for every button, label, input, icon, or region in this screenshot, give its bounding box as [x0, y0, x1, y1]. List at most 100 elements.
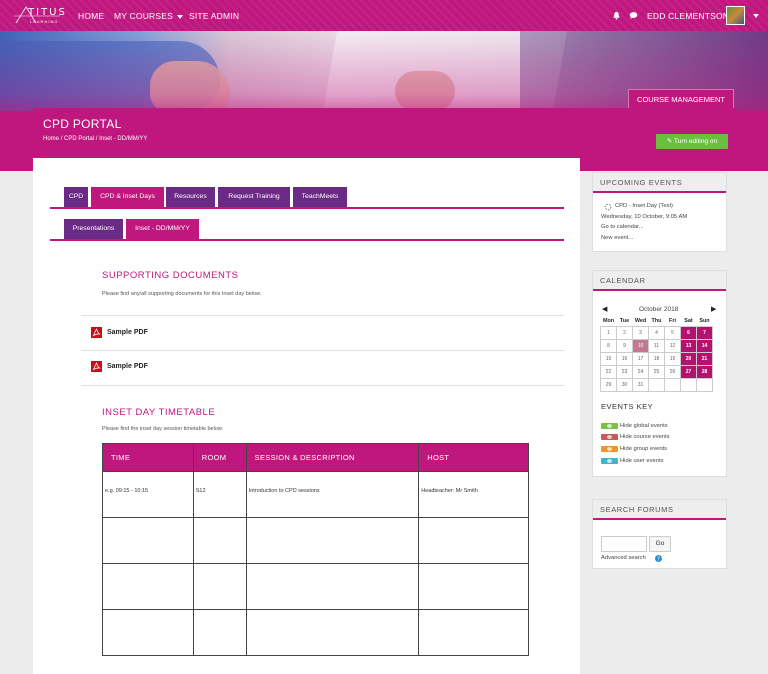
hide-global-events-link[interactable]: Hide global events [620, 423, 668, 429]
calendar-day[interactable]: 29 [600, 377, 617, 392]
user-menu-name[interactable]: EDD CLEMENTSON [647, 11, 729, 21]
page-header: CPD PORTAL Home / CPD Portal / Inset - D… [33, 108, 735, 158]
table-cell: S12 [192, 471, 247, 518]
course-management-button[interactable]: COURSE MANAGEMENT [628, 89, 734, 109]
table-cell [418, 517, 529, 564]
weekday-header: Fri [669, 318, 676, 325]
calendar-weekend-day[interactable]: 21 [696, 351, 713, 366]
calendar-day[interactable]: 18 [648, 351, 665, 366]
weekday-header: Wed [634, 318, 647, 325]
search-go-button[interactable]: Go [649, 536, 671, 552]
help-icon[interactable]: ? [655, 555, 662, 562]
hide-user-events-link[interactable]: Hide user events [620, 458, 664, 464]
pdf-link[interactable]: Sample PDF [91, 327, 171, 341]
weekday-header: Sat [684, 318, 693, 325]
nav-home[interactable]: HOME [78, 11, 104, 21]
calendar-day[interactable]: 16 [616, 351, 633, 366]
breadcrumb-home[interactable]: Home [43, 136, 59, 142]
timetable-desc: Please find the inset day session timeta… [102, 426, 224, 432]
top-navbar: TITUS LEARNING HOME MY COURSES SITE ADMI… [0, 0, 768, 31]
divider [81, 315, 564, 316]
breadcrumb-separator: / [60, 136, 63, 142]
table-cell [102, 563, 194, 610]
search-forums-input[interactable] [601, 536, 647, 552]
table-cell [245, 517, 420, 564]
calendar-day[interactable]: 24 [632, 364, 649, 379]
calendar-month: October 2018 [639, 306, 679, 313]
tab-row-underline [50, 207, 564, 209]
tab-presentations[interactable]: Presentations [64, 219, 123, 239]
calendar-weekend-day[interactable]: 28 [696, 364, 713, 379]
chevron-down-icon[interactable] [753, 14, 759, 18]
calendar-day-empty [696, 377, 713, 392]
table-cell [192, 609, 247, 656]
svg-text:?: ? [657, 557, 660, 562]
calendar-weekend-day[interactable]: 7 [696, 325, 713, 340]
previous-month-icon[interactable]: ◀ [602, 305, 607, 313]
go-to-calendar-link[interactable]: Go to calendar... [601, 224, 644, 230]
calendar-day[interactable]: 23 [616, 364, 633, 379]
breadcrumb-cpd-portal[interactable]: CPD Portal [64, 136, 94, 142]
calendar-event-icon [604, 203, 612, 211]
table-header-row: TIME ROOM SESSION & DESCRIPTION HOST [102, 443, 529, 472]
chat-icon[interactable] [629, 11, 638, 20]
hide-course-events-link[interactable]: Hide course events [620, 434, 670, 440]
tab-request-training[interactable]: Request Training [218, 187, 290, 207]
event-link[interactable]: CPD - Inset Day (Test) [615, 203, 673, 209]
bell-icon[interactable] [612, 11, 621, 20]
calendar-weekend-day[interactable]: 13 [680, 338, 697, 353]
turn-editing-on-button[interactable]: ✎ Turn editing on [656, 134, 728, 149]
calendar-day[interactable]: 22 [600, 364, 617, 379]
column-header-session: SESSION & DESCRIPTION [245, 443, 420, 472]
course-events-eye-icon[interactable] [601, 434, 618, 440]
tab-inset-date[interactable]: Inset - DD/MM/YY [126, 219, 199, 239]
calendar-weekend-day[interactable]: 6 [680, 325, 697, 340]
calendar-day[interactable]: 1 [600, 325, 617, 340]
calendar-weekend-day[interactable]: 14 [696, 338, 713, 353]
chevron-down-icon [177, 14, 183, 19]
calendar-weekend-day[interactable]: 27 [680, 364, 697, 379]
calendar-day[interactable]: 15 [600, 351, 617, 366]
calendar-day[interactable]: 17 [632, 351, 649, 366]
advanced-search-link[interactable]: Advanced search [601, 555, 646, 561]
calendar-day[interactable]: 8 [600, 338, 617, 353]
calendar-day[interactable]: 30 [616, 377, 633, 392]
pdf-link[interactable]: Sample PDF [91, 361, 171, 375]
user-events-eye-icon[interactable] [601, 458, 618, 464]
new-event-link[interactable]: New event... [601, 235, 633, 241]
search-forums-heading: SEARCH FORUMS [593, 500, 726, 520]
calendar-day[interactable]: 4 [648, 325, 665, 340]
table-cell: Introduction to CPD sessions [245, 471, 420, 518]
calendar-day[interactable]: 9 [616, 338, 633, 353]
calendar-day[interactable]: 3 [632, 325, 649, 340]
tab-teachmeets[interactable]: TeachMeets [293, 187, 347, 207]
calendar-day[interactable]: 12 [664, 338, 681, 353]
supporting-documents-desc: Please find any/all supporting documents… [102, 291, 262, 297]
calendar-weekend-day[interactable]: 20 [680, 351, 697, 366]
calendar-event-day[interactable]: 10 [632, 338, 649, 353]
calendar-day[interactable]: 2 [616, 325, 633, 340]
edit-icon: ✎ [666, 138, 673, 145]
logo-subtext: LEARNING [30, 19, 59, 24]
page-title: CPD PORTAL [43, 117, 122, 131]
group-events-eye-icon[interactable] [601, 446, 618, 452]
breadcrumb-inset[interactable]: Inset - DD/MM/YY [99, 136, 147, 142]
hide-group-events-link[interactable]: Hide group events [620, 446, 667, 452]
tab-resources[interactable]: Resources [166, 187, 215, 207]
calendar-day[interactable]: 19 [664, 351, 681, 366]
weekday-header: Tue [619, 318, 630, 325]
nav-site-admin[interactable]: SITE ADMIN [189, 11, 239, 21]
calendar-day[interactable]: 5 [664, 325, 681, 340]
calendar-day[interactable]: 25 [648, 364, 665, 379]
calendar-day[interactable]: 31 [632, 377, 649, 392]
tab-cpd[interactable]: CPD [64, 187, 88, 207]
calendar-day[interactable]: 26 [664, 364, 681, 379]
next-month-icon[interactable]: ▶ [711, 305, 716, 313]
avatar[interactable] [726, 6, 745, 25]
tab-cpd-inset-days[interactable]: CPD & Inset Days [91, 187, 164, 207]
weekday-header: Sun [699, 318, 710, 325]
nav-my-courses[interactable]: MY COURSES [114, 11, 183, 21]
titus-logo[interactable]: TITUS LEARNING [14, 5, 65, 27]
global-events-eye-icon[interactable] [601, 423, 618, 429]
calendar-day[interactable]: 11 [648, 338, 665, 353]
